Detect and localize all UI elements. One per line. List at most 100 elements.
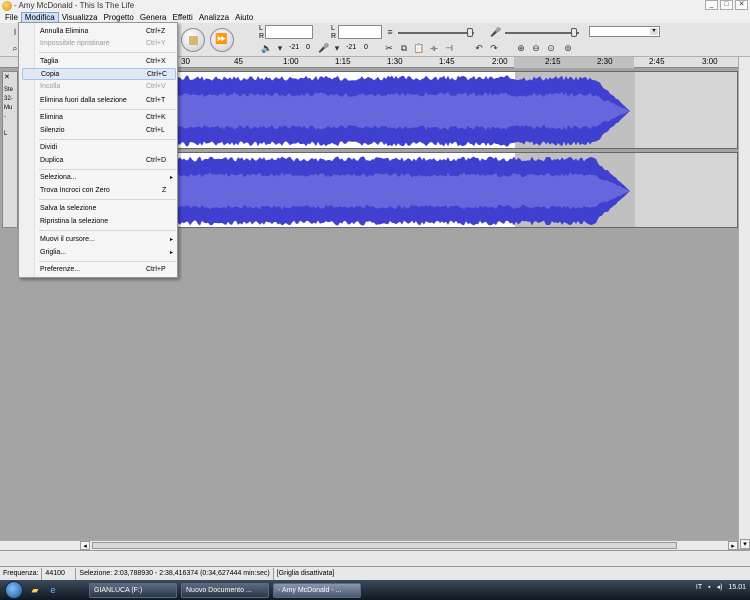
ruler-tick: 2:15 bbox=[545, 57, 561, 66]
window-title: - Amy McDonald - This Is The Life bbox=[14, 1, 135, 10]
menu-item-label: Impossibile ripristinare bbox=[40, 40, 110, 47]
vertical-scrollbar[interactable]: ▾ bbox=[738, 57, 750, 549]
task-audacity[interactable]: - Amy McDonald - ... bbox=[273, 582, 361, 598]
menu-item-label: Ripristina la selezione bbox=[40, 218, 109, 225]
menu-item-elimina[interactable]: Elimina Ctrl+K bbox=[22, 112, 176, 124]
menu-item-salva-selezione[interactable]: Salva la selezione bbox=[22, 203, 176, 215]
ruler-selection bbox=[514, 57, 634, 68]
maximize-icon[interactable]: □ bbox=[720, 0, 733, 10]
skip-end-icon: ⏩ bbox=[215, 34, 228, 45]
scroll-down-icon[interactable]: ▾ bbox=[740, 539, 750, 549]
menu-item-elimina-fuori[interactable]: Elimina fuori dalla selezione Ctrl+T bbox=[22, 95, 176, 107]
microphone-icon[interactable]: 🎤 bbox=[318, 42, 330, 54]
fit-project-icon[interactable]: ⊚ bbox=[562, 42, 574, 54]
silence-icon[interactable]: ⊣ bbox=[443, 42, 455, 54]
menu-item-muovi-cursore[interactable]: Muovi il cursore... ▸ bbox=[22, 234, 176, 246]
menu-item-preferenze[interactable]: Preferenze... Ctrl+P bbox=[22, 264, 176, 276]
status-bar: Frequenza: 44100 Selezione: 2:03,788930 … bbox=[0, 566, 750, 580]
menu-item-label: Griglia... bbox=[40, 249, 67, 256]
menu-analizza[interactable]: Analizza bbox=[196, 12, 232, 23]
copy-icon[interactable]: ⧉ bbox=[398, 42, 410, 54]
menu-item-silenzio[interactable]: Silenzio Ctrl+L bbox=[22, 125, 176, 137]
scroll-left-icon[interactable]: ◂ bbox=[80, 541, 90, 550]
menu-visualizza[interactable]: Visualizza bbox=[59, 12, 101, 23]
menu-item-dividi[interactable]: Dividi bbox=[22, 142, 176, 154]
menu-genera[interactable]: Genera bbox=[137, 12, 170, 23]
fit-selection-icon[interactable]: ⊙ bbox=[545, 42, 557, 54]
menu-item-shortcut: Z bbox=[162, 187, 167, 194]
skip-end-button[interactable]: ⏩ bbox=[210, 28, 234, 52]
task-nuovo-documento[interactable]: Nuovo Documento ... bbox=[181, 582, 269, 598]
scrollbar-thumb[interactable] bbox=[92, 542, 677, 549]
undo-icon[interactable]: ↶ bbox=[473, 42, 485, 54]
volume-icon[interactable]: ◂) bbox=[717, 583, 723, 591]
stop-icon bbox=[189, 36, 198, 45]
menu-item-shortcut: Ctrl+Z bbox=[146, 28, 166, 35]
system-tray: IT ▪ ◂) 15.01 bbox=[696, 583, 746, 592]
zoom-in-icon[interactable]: ⊕ bbox=[515, 42, 527, 54]
record-meter bbox=[338, 25, 382, 39]
browser-icon[interactable]: e bbox=[47, 584, 59, 596]
input-source-dropdown[interactable]: ▾ bbox=[589, 26, 660, 37]
menu-item-shortcut: Ctrl+D bbox=[146, 157, 167, 164]
mixer-icon[interactable]: ≡ bbox=[384, 26, 396, 38]
menu-item-label: Preferenze... bbox=[40, 266, 81, 273]
empty-region bbox=[635, 72, 737, 148]
folder-icon[interactable]: ▰ bbox=[29, 584, 41, 596]
menu-item-label: Elimina fuori dalla selezione bbox=[40, 97, 127, 104]
task-gianluca[interactable]: GIANLUCA (F:) bbox=[89, 582, 177, 598]
clock[interactable]: 15.01 bbox=[728, 584, 746, 591]
zoom-out-icon[interactable]: ⊖ bbox=[530, 42, 542, 54]
menu-aiuto[interactable]: Aiuto bbox=[232, 12, 256, 23]
menu-effetti[interactable]: Effetti bbox=[170, 12, 196, 23]
menu-item-griglia[interactable]: Griglia... ▸ bbox=[22, 247, 176, 259]
menu-item-shortcut: Ctrl+K bbox=[146, 114, 166, 121]
track-control-panel[interactable]: ✕ Ste 32- Mu - L bbox=[2, 71, 18, 228]
output-volume-thumb[interactable] bbox=[467, 28, 473, 37]
menu-modifica[interactable]: Modifica bbox=[20, 11, 59, 23]
menu-item-duplica[interactable]: Duplica Ctrl+D bbox=[22, 155, 176, 167]
output-volume-slider[interactable] bbox=[398, 32, 474, 34]
menu-progetto[interactable]: Progetto bbox=[101, 12, 137, 23]
redo-icon[interactable]: ↷ bbox=[488, 42, 500, 54]
submenu-arrow-icon: ▸ bbox=[170, 237, 174, 243]
menu-item-ripristina-selezione[interactable]: Ripristina la selezione bbox=[22, 216, 176, 228]
minimize-icon[interactable]: _ bbox=[705, 0, 718, 10]
menu-item-shortcut: Ctrl+X bbox=[146, 58, 166, 65]
track-info-line: - bbox=[4, 114, 6, 120]
input-volume-slider[interactable] bbox=[505, 32, 579, 34]
menu-item-annulla[interactable]: Annulla Elimina Ctrl+Z bbox=[22, 26, 176, 38]
frequency-value[interactable]: 44100 bbox=[42, 567, 77, 580]
menu-item-taglia[interactable]: Taglia Ctrl+X bbox=[22, 56, 176, 68]
track-close-icon[interactable]: ✕ bbox=[4, 73, 10, 81]
stop-button[interactable] bbox=[181, 28, 205, 52]
menu-item-label: Annulla Elimina bbox=[40, 28, 89, 35]
start-button[interactable] bbox=[5, 581, 23, 599]
horizontal-scrollbar[interactable]: ◂ ▸ bbox=[0, 540, 738, 550]
chevron-down-icon: ▾ bbox=[650, 28, 658, 35]
ruler-tick: 2:00 bbox=[492, 57, 508, 66]
menu-item-ripristina: Impossibile ripristinare Ctrl+Y bbox=[22, 38, 176, 50]
language-indicator[interactable]: IT bbox=[696, 584, 702, 591]
cut-icon[interactable]: ✂ bbox=[383, 42, 395, 54]
scroll-right-icon[interactable]: ▸ bbox=[728, 541, 738, 550]
input-volume-thumb[interactable] bbox=[571, 28, 577, 37]
record-meter-dropdown-icon[interactable]: ▾ bbox=[331, 42, 343, 54]
taskbar: ▰ e GIANLUCA (F:) Nuovo Documento ... - … bbox=[0, 580, 750, 600]
input-mic-icon[interactable]: 🎤 bbox=[490, 26, 502, 38]
menu-item-label: Salva la selezione bbox=[40, 205, 97, 212]
ruler-tick: 3:00 bbox=[702, 57, 718, 66]
menu-item-shortcut: Ctrl+L bbox=[146, 127, 165, 134]
playback-meter-dropdown-icon[interactable]: ▾ bbox=[274, 42, 286, 54]
network-icon[interactable]: ▪ bbox=[708, 584, 710, 591]
speaker-icon[interactable]: 🔈 bbox=[261, 42, 273, 54]
close-icon[interactable]: ✕ bbox=[735, 0, 748, 10]
menu-item-copia[interactable]: Copia Ctrl+C bbox=[22, 68, 176, 80]
menu-file[interactable]: File bbox=[2, 12, 21, 23]
menu-item-trova-incroci[interactable]: Trova Incroci con Zero Z bbox=[22, 185, 176, 197]
trim-icon[interactable]: ⟛ bbox=[428, 42, 440, 54]
paste-icon[interactable]: 📋 bbox=[413, 42, 425, 54]
menu-item-seleziona[interactable]: Seleziona... ▸ bbox=[22, 172, 176, 184]
play-meter-l-label: L bbox=[259, 25, 263, 32]
menu-item-shortcut: Ctrl+P bbox=[146, 266, 166, 273]
